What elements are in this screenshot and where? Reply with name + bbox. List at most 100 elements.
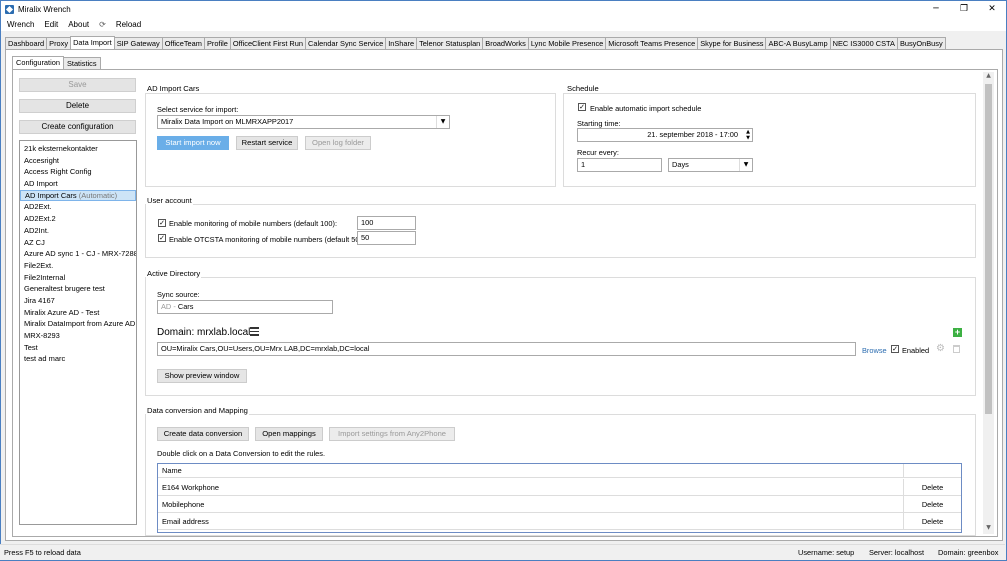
otcsta-monitoring-checkbox[interactable]: ✓ bbox=[158, 234, 166, 242]
list-item-label: AD2Ext. bbox=[24, 202, 52, 212]
list-item-label: MRX-8293 bbox=[24, 331, 60, 340]
tab-telenor-statusplan[interactable]: Telenor Statusplan bbox=[416, 37, 484, 49]
table-row[interactable]: Mobilephone Delete bbox=[158, 496, 961, 513]
ou-path-input[interactable]: OU=Miralix Cars,OU=Users,OU=Mrx LAB,DC=m… bbox=[157, 342, 856, 356]
mapping-title: Data conversion and Mapping bbox=[146, 406, 249, 415]
service-select[interactable]: Miralix Data Import on MLMRXAPP2017 ▼ bbox=[157, 115, 450, 129]
active-directory-title: Active Directory bbox=[146, 269, 202, 278]
list-item[interactable]: AD Import Cars (Automatic) bbox=[20, 189, 136, 202]
show-preview-button[interactable]: Show preview window bbox=[157, 369, 247, 383]
tab-data-import[interactable]: Data Import bbox=[70, 36, 115, 49]
tab-broadworks[interactable]: BroadWorks bbox=[482, 37, 529, 49]
table-row[interactable]: Email address Delete bbox=[158, 513, 961, 530]
app-icon bbox=[5, 4, 14, 14]
column-name-header: Name bbox=[162, 466, 182, 475]
list-item[interactable]: AD2Ext.2 bbox=[20, 213, 136, 225]
tab-inshare[interactable]: InShare bbox=[385, 37, 418, 49]
recur-input[interactable]: 1 bbox=[577, 158, 662, 172]
scroll-down-icon[interactable]: ▼ bbox=[983, 524, 994, 534]
tab-calendar-sync-service[interactable]: Calendar Sync Service bbox=[305, 37, 387, 49]
starting-time-input[interactable]: 21. september 2018 - 17:00 bbox=[577, 128, 753, 142]
create-data-conversion-button[interactable]: Create data conversion bbox=[157, 427, 249, 441]
list-item-label: AD Import bbox=[24, 179, 58, 189]
gear-icon[interactable]: ⚙ bbox=[936, 344, 945, 354]
minimize-button[interactable]: ─ bbox=[922, 1, 950, 17]
tab-busyonbusy[interactable]: BusyOnBusy bbox=[896, 37, 946, 49]
tab-abc-a-busylamp[interactable]: ABC-A BusyLamp bbox=[765, 37, 831, 49]
tab-statistics[interactable]: Statistics bbox=[62, 57, 101, 69]
delete-button[interactable]: Delete bbox=[19, 99, 136, 113]
table-row[interactable]: E164 Workphone Delete bbox=[158, 479, 961, 496]
tab-proxy[interactable]: Proxy bbox=[46, 37, 72, 49]
tab-lync-mobile-presence[interactable]: Lync Mobile Presence bbox=[527, 37, 607, 49]
start-import-button[interactable]: Start import now bbox=[157, 136, 229, 150]
maximize-button[interactable]: ❐ bbox=[950, 1, 978, 17]
list-item-label: Test bbox=[24, 342, 38, 352]
tab-dashboard[interactable]: Dashboard bbox=[5, 37, 48, 49]
enable-schedule-checkbox[interactable]: ✓ bbox=[578, 103, 586, 111]
tab-microsoft-teams-presence[interactable]: Microsoft Teams Presence bbox=[605, 37, 699, 49]
reload-button[interactable]: ⟳ Reload bbox=[99, 20, 151, 29]
menu-wrench[interactable]: Wrench bbox=[7, 20, 34, 29]
import-settings-button[interactable]: Import settings from Any2Phone bbox=[329, 427, 455, 441]
menu-edit[interactable]: Edit bbox=[44, 20, 58, 29]
tab-officeclient-first-run[interactable]: OfficeClient First Run bbox=[229, 37, 306, 49]
list-item[interactable]: Accesright bbox=[20, 155, 136, 167]
list-item[interactable]: Access Right Config bbox=[20, 166, 136, 178]
otcsta-monitoring-input[interactable]: 50 bbox=[357, 231, 416, 245]
tab-sip-gateway[interactable]: SIP Gateway bbox=[113, 37, 163, 49]
save-button[interactable]: Save bbox=[19, 78, 136, 92]
status-username: Username: setup bbox=[798, 548, 855, 557]
spinner-icon[interactable]: ▲ ▼ bbox=[744, 129, 752, 141]
list-item[interactable]: AD2Int. bbox=[20, 225, 136, 237]
chevron-down-icon: ▼ bbox=[436, 116, 449, 128]
list-item-label: Accesright bbox=[24, 155, 60, 165]
recur-unit-select[interactable]: Days ▼ bbox=[668, 158, 753, 172]
browse-link[interactable]: Browse bbox=[862, 346, 887, 355]
list-item[interactable]: File2Ext. bbox=[20, 260, 136, 272]
row-delete-button[interactable]: Delete bbox=[903, 513, 961, 530]
mobile-monitoring-input[interactable]: 100 bbox=[357, 216, 416, 230]
tab-configuration[interactable]: Configuration bbox=[12, 56, 64, 69]
sync-source-input[interactable]: AD - Cars bbox=[157, 300, 333, 314]
vertical-scrollbar[interactable]: ▲ ▼ bbox=[983, 72, 994, 534]
menu-bar: Wrench Edit About ⟳ Reload bbox=[1, 17, 1006, 31]
restart-service-button[interactable]: Restart service bbox=[236, 136, 298, 150]
tab-profile[interactable]: Profile bbox=[203, 37, 231, 49]
close-button[interactable]: ✕ bbox=[978, 1, 1006, 17]
list-item[interactable]: Miralix DataImport from Azure AD bbox=[20, 318, 136, 330]
create-configuration-button[interactable]: Create configuration bbox=[19, 120, 136, 134]
list-item[interactable]: File2Internal bbox=[20, 272, 136, 284]
list-item[interactable]: Test bbox=[20, 342, 136, 354]
list-item-label: 21k eksternekontakter bbox=[24, 144, 98, 153]
hamburger-menu-icon[interactable] bbox=[250, 326, 259, 336]
row-name: E164 Workphone bbox=[162, 483, 219, 492]
open-mappings-button[interactable]: Open mappings bbox=[255, 427, 323, 441]
list-item[interactable]: test ad marc bbox=[20, 353, 136, 365]
list-item[interactable]: AZ CJ bbox=[20, 237, 136, 249]
list-item[interactable]: AD Import bbox=[20, 178, 136, 190]
main-tabs: Dashboard Proxy Data Import SIP Gateway Offi… bbox=[5, 36, 946, 49]
tab-skype-for-business[interactable]: Skype for Business bbox=[697, 37, 767, 49]
add-domain-icon[interactable]: + bbox=[953, 328, 962, 337]
window-title: Miralix Wrench bbox=[18, 4, 71, 14]
domain-enabled-checkbox[interactable]: ✓ bbox=[891, 345, 899, 353]
list-item[interactable]: MRX-8293 bbox=[20, 330, 136, 342]
trash-icon[interactable] bbox=[953, 345, 960, 353]
tab-officeteam[interactable]: OfficeTeam bbox=[161, 37, 205, 49]
list-item[interactable]: Generaltest brugere test bbox=[20, 283, 136, 295]
open-log-folder-button[interactable]: Open log folder bbox=[305, 136, 371, 150]
list-item[interactable]: Jira 4167 bbox=[20, 295, 136, 307]
list-item[interactable]: Azure AD sync 1 - CJ - MRX-7288 bbox=[20, 248, 136, 260]
row-delete-button[interactable]: Delete bbox=[903, 496, 961, 513]
domain-enabled-label: Enabled bbox=[902, 346, 930, 355]
menu-about[interactable]: About bbox=[68, 20, 89, 29]
mobile-monitoring-checkbox[interactable]: ✓ bbox=[158, 219, 166, 227]
list-item[interactable]: AD2Ext. bbox=[20, 201, 136, 213]
list-item[interactable]: 21k eksternekontakter bbox=[20, 143, 136, 155]
list-item[interactable]: Miralix Azure AD - Test bbox=[20, 307, 136, 319]
scrollbar-thumb[interactable] bbox=[985, 84, 992, 414]
tab-nec-is3000-csta[interactable]: NEC IS3000 CSTA bbox=[829, 37, 898, 49]
scroll-up-icon[interactable]: ▲ bbox=[983, 72, 994, 82]
row-delete-button[interactable]: Delete bbox=[903, 479, 961, 496]
